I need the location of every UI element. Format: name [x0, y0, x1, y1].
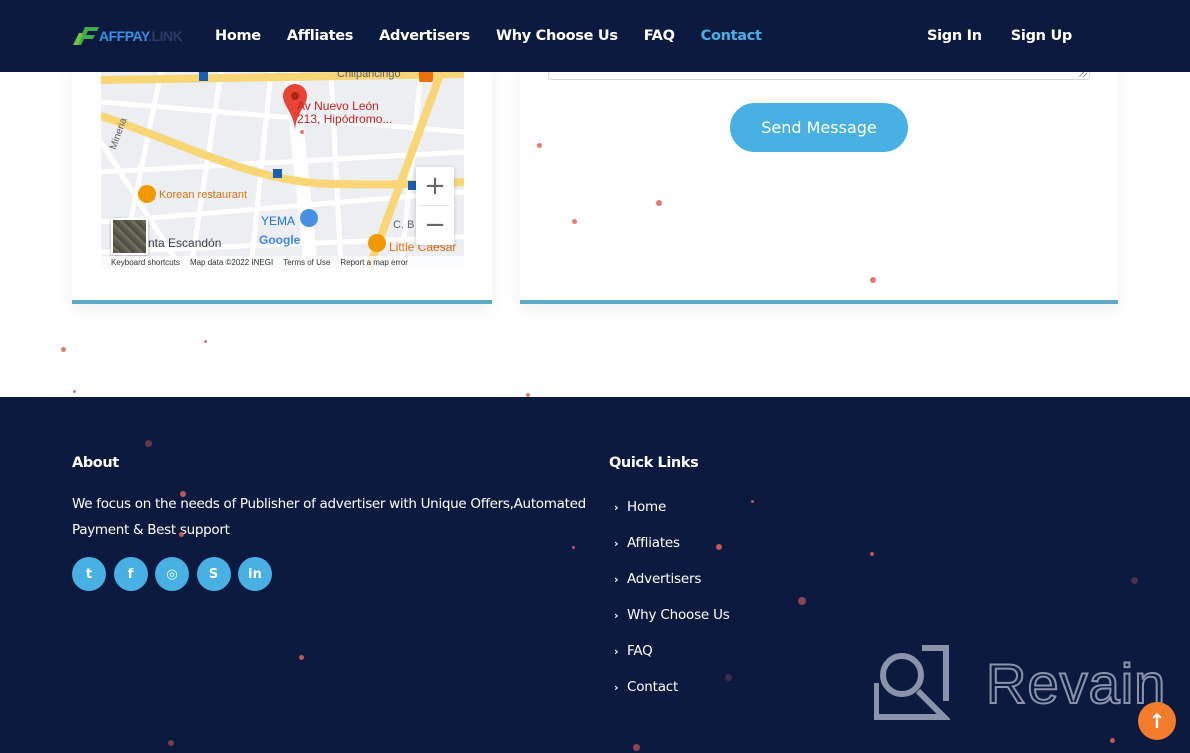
- particle: [633, 744, 640, 751]
- sign-in-link[interactable]: Sign In: [927, 28, 982, 44]
- logo[interactable]: AFFPAY.LINK: [73, 26, 183, 46]
- particle: [73, 390, 76, 393]
- footer: About We focus on the needs of Publisher…: [0, 397, 1190, 753]
- quick-links-list: › Home › Affliates › Advertisers › Why Choos…: [614, 489, 730, 705]
- particle: [751, 500, 754, 503]
- quick-link-home[interactable]: › Home: [614, 489, 730, 525]
- logo-mark-icon: [73, 27, 99, 45]
- map-footer: Keyboard shortcuts Map data ©2022 INEGI …: [101, 256, 464, 268]
- particle: [61, 347, 66, 352]
- about-text: We focus on the needs of Publisher of ad…: [72, 496, 586, 538]
- particle: [572, 219, 577, 224]
- map-label-korean[interactable]: Korean restaurant: [159, 189, 247, 202]
- report-map-error-link[interactable]: Report a map error: [340, 258, 408, 267]
- google-logo: Google: [259, 233, 301, 247]
- particle: [526, 393, 530, 397]
- facebook-icon[interactable]: f: [113, 557, 148, 591]
- particle: [1131, 577, 1138, 584]
- particle: [1110, 738, 1115, 743]
- particle: [180, 491, 186, 497]
- satellite-toggle[interactable]: [111, 218, 148, 255]
- quick-link-label: FAQ: [627, 643, 653, 659]
- social-links: t f ◎ S in: [72, 557, 280, 591]
- nav-why-choose-us[interactable]: Why Choose Us: [496, 28, 618, 44]
- map-label-escandon: nta Escandón: [148, 236, 222, 250]
- skype-icon[interactable]: S: [196, 557, 231, 591]
- revain-text: Revain: [985, 651, 1167, 716]
- twitter-icon[interactable]: t: [72, 557, 106, 591]
- quick-link-faq[interactable]: › FAQ: [614, 633, 730, 669]
- nav-faq[interactable]: FAQ: [644, 28, 675, 44]
- particle: [572, 546, 575, 549]
- navbar: AFFPAY.LINK Home Affliates Advertisers W…: [0, 0, 1190, 72]
- quick-link-label: Home: [627, 499, 667, 515]
- quick-link-advertisers[interactable]: › Advertisers: [614, 561, 730, 597]
- chevron-right-icon: ›: [614, 536, 619, 550]
- revain-watermark: Revain: [874, 645, 1166, 721]
- restaurant-pin-icon: [138, 185, 156, 203]
- shop-pin-icon: [300, 209, 318, 227]
- quick-link-label: Contact: [627, 679, 679, 695]
- chevron-right-icon: ›: [614, 608, 619, 622]
- particle: [204, 340, 207, 343]
- nav-advertisers[interactable]: Advertisers: [379, 28, 470, 44]
- nav-affliates[interactable]: Affliates: [287, 28, 354, 44]
- main-nav: Home Affliates Advertisers Why Choose Us…: [215, 0, 788, 72]
- auth-links: Sign In Sign Up: [898, 0, 1072, 72]
- terms-of-use-link[interactable]: Terms of Use: [283, 258, 330, 267]
- keyboard-shortcuts-link[interactable]: Keyboard shortcuts: [111, 258, 180, 267]
- particle: [300, 130, 304, 134]
- particle: [870, 277, 876, 283]
- particle: [716, 544, 722, 550]
- particle: [798, 597, 806, 605]
- map-label-chilpancingo: Chilpancingo: [337, 72, 401, 80]
- instagram-icon[interactable]: ◎: [155, 557, 189, 591]
- google-map[interactable]: Chilpancingo Av Nuevo León 213, Hipódromo…: [101, 72, 464, 268]
- chevron-right-icon: ›: [614, 680, 619, 694]
- particle: [656, 200, 662, 206]
- quick-link-affliates[interactable]: › Affliates: [614, 525, 730, 561]
- map-place-line2: 213, Hipódromo...: [297, 112, 393, 126]
- quick-link-label: Advertisers: [627, 571, 702, 587]
- particle: [299, 655, 304, 660]
- nav-home[interactable]: Home: [215, 28, 261, 44]
- particle: [168, 740, 174, 746]
- map-place-line1: Av Nuevo León: [297, 99, 379, 113]
- quick-link-label: Why Choose Us: [627, 607, 730, 623]
- particle: [537, 143, 542, 148]
- particle: [725, 674, 732, 681]
- chevron-right-icon: ›: [614, 500, 619, 514]
- chevron-right-icon: ›: [614, 644, 619, 658]
- sign-up-link[interactable]: Sign Up: [1011, 28, 1073, 44]
- quick-link-why-choose-us[interactable]: › Why Choose Us: [614, 597, 730, 633]
- revain-logo-icon: [874, 645, 950, 720]
- contact-form-card: [520, 60, 1118, 304]
- map-data-text: Map data ©2022 INEGI: [189, 257, 274, 267]
- quick-link-label: Affliates: [627, 535, 680, 551]
- map-place-name[interactable]: Av Nuevo León 213, Hipódromo...: [297, 100, 392, 126]
- map-label-cba: C. B: [393, 219, 415, 231]
- logo-text-suffix: .LINK: [148, 28, 183, 44]
- linkedin-icon[interactable]: in: [238, 557, 272, 591]
- zoom-out-button[interactable]: −: [416, 206, 454, 244]
- quick-link-contact[interactable]: › Contact: [614, 669, 730, 705]
- about-heading: About: [72, 455, 119, 471]
- particle: [179, 532, 184, 537]
- zoom-in-button[interactable]: +: [416, 167, 454, 205]
- send-message-button[interactable]: Send Message: [730, 103, 908, 152]
- nav-contact[interactable]: Contact: [701, 28, 762, 44]
- back-to-top-button[interactable]: ↑: [1138, 702, 1176, 740]
- chevron-right-icon: ›: [614, 572, 619, 586]
- particle: [145, 440, 152, 447]
- map-label-yema[interactable]: YEMA: [261, 215, 295, 228]
- particle: [870, 552, 874, 556]
- map-zoom-controls: + −: [416, 167, 454, 245]
- quick-links-heading: Quick Links: [609, 455, 699, 471]
- restaurant-pin-icon-2: [368, 234, 386, 252]
- logo-text-main: AFFPAY: [99, 28, 149, 44]
